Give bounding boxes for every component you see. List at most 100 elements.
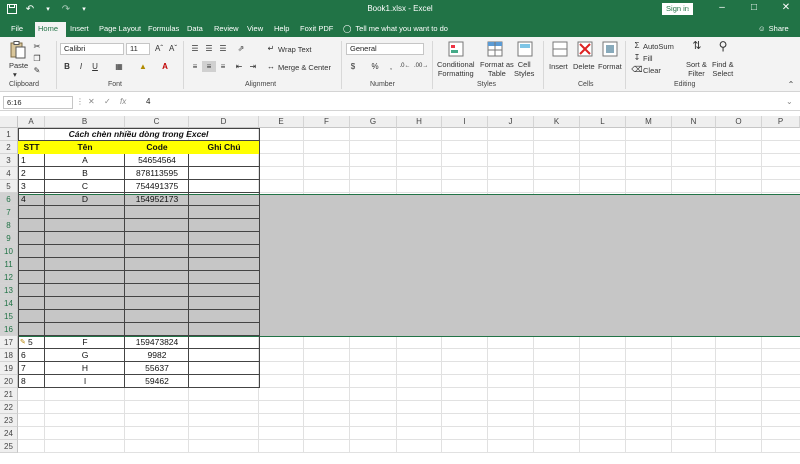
column-header-p[interactable]: P <box>762 116 800 128</box>
header-cell[interactable]: Code <box>125 141 189 154</box>
column-header-m[interactable]: M <box>626 116 672 128</box>
data-cell[interactable]: 8 <box>18 375 45 388</box>
row-header-19[interactable]: 19 <box>0 362 18 375</box>
underline-icon[interactable]: U <box>88 61 102 72</box>
tab-home[interactable]: Home <box>35 22 66 37</box>
row-header-7[interactable]: 7 <box>0 206 18 219</box>
data-cell[interactable]: 159473824 <box>125 336 189 349</box>
decrease-font-icon[interactable]: Aˇ <box>166 43 180 54</box>
row-header-1[interactable]: 1 <box>0 128 18 141</box>
comma-style-icon[interactable]: , <box>384 61 398 72</box>
data-cell[interactable] <box>189 193 259 206</box>
data-cell[interactable]: D <box>45 193 125 206</box>
row-header-25[interactable]: 25 <box>0 440 18 453</box>
data-cell[interactable]: 754491375 <box>125 180 189 193</box>
currency-button[interactable]: $ <box>346 61 360 72</box>
data-cell[interactable]: 3 <box>18 180 45 193</box>
insert-function-button[interactable]: fx <box>120 97 126 106</box>
row-header-13[interactable]: 13 <box>0 284 18 297</box>
data-cell[interactable] <box>189 180 259 193</box>
row-header-17[interactable]: 17 <box>0 336 18 349</box>
row-header-3[interactable]: 3 <box>0 154 18 167</box>
percent-button[interactable]: % <box>368 61 382 72</box>
data-cell[interactable]: 59462 <box>125 375 189 388</box>
format-painter-icon[interactable]: ✎ <box>30 65 44 76</box>
data-cell[interactable]: B <box>45 167 125 180</box>
increase-indent-icon[interactable]: ⇥ <box>246 61 260 72</box>
data-cell[interactable] <box>189 154 259 167</box>
expand-formula-icon[interactable]: ⌄ <box>786 97 793 106</box>
minimize-icon[interactable]: – <box>716 2 728 13</box>
data-cell[interactable]: 1 <box>18 154 45 167</box>
tell-me-search[interactable]: ◯ Tell me what you want to do <box>343 22 448 35</box>
ribbon-display-icon[interactable]: □ <box>684 2 696 13</box>
format-as-table-button[interactable]: Format as Table <box>480 60 514 78</box>
row-header-12[interactable]: 12 <box>0 271 18 284</box>
row-header-5[interactable]: 5 <box>0 180 18 193</box>
align-middle-icon[interactable]: ☰ <box>202 43 216 54</box>
name-box-dropdown-icon[interactable]: ⋮ <box>76 97 84 106</box>
paste-dropdown-icon[interactable]: ▾ <box>13 70 17 79</box>
fill-button[interactable]: Fill <box>643 54 653 63</box>
tab-page-layout[interactable]: Page Layout <box>96 22 144 37</box>
column-header-a[interactable]: A <box>18 116 45 128</box>
cell-styles-button[interactable]: Cell Styles <box>514 60 534 78</box>
align-bottom-icon[interactable]: ☰ <box>216 43 230 54</box>
column-header-l[interactable]: L <box>580 116 626 128</box>
increase-font-icon[interactable]: Aˆ <box>152 43 166 54</box>
row-header-9[interactable]: 9 <box>0 232 18 245</box>
column-header-h[interactable]: H <box>397 116 442 128</box>
data-cell[interactable] <box>189 336 259 349</box>
row-header-24[interactable]: 24 <box>0 427 18 440</box>
decrease-indent-icon[interactable]: ⇤ <box>232 61 246 72</box>
data-cell[interactable]: C <box>45 180 125 193</box>
align-right-icon[interactable]: ≡ <box>216 61 230 72</box>
italic-icon[interactable]: I <box>74 61 88 72</box>
column-header-c[interactable]: C <box>125 116 189 128</box>
row-header-21[interactable]: 21 <box>0 388 18 401</box>
share-button[interactable]: ☺ Share <box>758 22 789 35</box>
maximize-icon[interactable]: □ <box>748 2 760 13</box>
data-cell[interactable]: A <box>45 154 125 167</box>
column-header-b[interactable]: B <box>45 116 125 128</box>
font-name-select[interactable]: Calibri <box>60 43 124 55</box>
row-header-18[interactable]: 18 <box>0 349 18 362</box>
tab-foxit-pdf[interactable]: Foxit PDF <box>297 22 336 37</box>
sheet-title-cell[interactable]: Cách chèn nhiều dòng trong Excel <box>18 128 259 141</box>
align-top-icon[interactable]: ☰ <box>188 43 202 54</box>
data-cell[interactable]: 9982 <box>125 349 189 362</box>
format-button[interactable]: Format <box>598 62 622 71</box>
tab-insert[interactable]: Insert <box>67 22 92 37</box>
row-header-11[interactable]: 11 <box>0 258 18 271</box>
row-header-8[interactable]: 8 <box>0 219 18 232</box>
header-cell[interactable]: STT <box>18 141 45 154</box>
collapse-ribbon-icon[interactable]: ⌃ <box>784 79 798 90</box>
data-cell[interactable]: 55637 <box>125 362 189 375</box>
data-cell[interactable]: 154952173 <box>125 193 189 206</box>
copy-icon[interactable]: ❐ <box>30 53 44 64</box>
data-cell[interactable] <box>189 362 259 375</box>
row-header-20[interactable]: 20 <box>0 375 18 388</box>
tab-formulas[interactable]: Formulas <box>145 22 182 37</box>
row-header-22[interactable]: 22 <box>0 401 18 414</box>
tab-data[interactable]: Data <box>184 22 206 37</box>
header-cell[interactable]: Ghi Chú <box>189 141 259 154</box>
tab-view[interactable]: View <box>244 22 266 37</box>
row-header-4[interactable]: 4 <box>0 167 18 180</box>
data-cell[interactable]: I <box>45 375 125 388</box>
column-header-g[interactable]: G <box>350 116 397 128</box>
paste-icon[interactable] <box>10 41 26 59</box>
column-header-d[interactable]: D <box>189 116 259 128</box>
column-header-o[interactable]: O <box>716 116 762 128</box>
column-header-k[interactable]: K <box>534 116 580 128</box>
data-cell[interactable]: 54654564 <box>125 154 189 167</box>
data-cell[interactable]: 4 <box>18 193 45 206</box>
decrease-decimal-icon[interactable]: .00→ <box>414 61 428 72</box>
clear-button[interactable]: Clear <box>643 66 661 75</box>
merge-center-button[interactable]: Merge & Center <box>278 63 331 72</box>
number-format-select[interactable]: General <box>346 43 424 55</box>
borders-icon[interactable]: ▦ <box>112 61 126 72</box>
conditional-formatting-button[interactable]: Conditional Formatting <box>437 60 475 78</box>
close-icon[interactable]: ✕ <box>780 2 792 13</box>
column-header-j[interactable]: J <box>488 116 534 128</box>
